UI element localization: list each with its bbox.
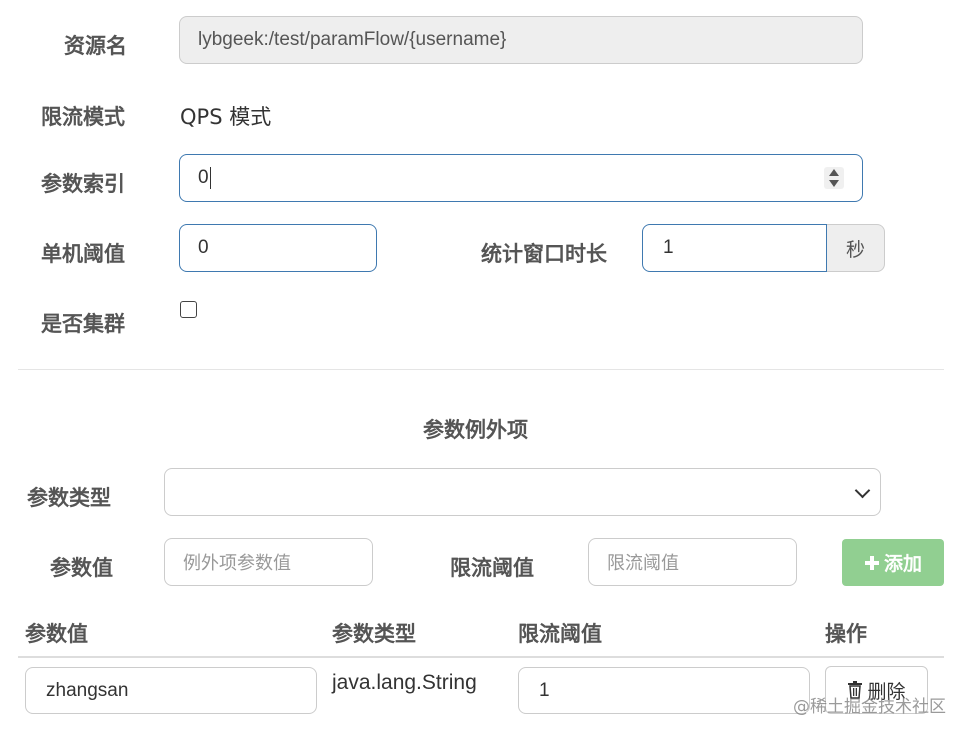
param-value-input[interactable]: 例外项参数值 (164, 538, 373, 586)
table-header-limit: 限流阈值 (518, 622, 602, 646)
section-divider (18, 369, 944, 370)
param-value-label: 参数值 (50, 556, 113, 580)
row-value-input[interactable]: zhangsan (25, 667, 317, 714)
add-button-label: 添加 (883, 553, 922, 575)
resource-name-value: lybgeek:/test/paramFlow/{username} (198, 29, 507, 50)
param-index-value: 0 (198, 167, 209, 188)
row-value: zhangsan (46, 679, 129, 701)
row-limit: 1 (539, 679, 550, 701)
param-value-placeholder: 例外项参数值 (183, 553, 291, 574)
cluster-label: 是否集群 (41, 312, 125, 336)
limit-placeholder: 限流阈值 (607, 553, 679, 574)
mode-value: QPS 模式 (180, 105, 272, 129)
resource-name-field: lybgeek:/test/paramFlow/{username} (179, 16, 863, 64)
param-type-label: 参数类型 (27, 486, 111, 510)
param-type-select[interactable] (164, 468, 881, 516)
threshold-input[interactable]: 0 (179, 224, 377, 272)
row-limit-input[interactable]: 1 (518, 667, 810, 714)
resource-label: 资源名 (64, 34, 127, 58)
number-spinner[interactable] (824, 167, 844, 189)
text-cursor (209, 167, 211, 189)
table-header-border (18, 656, 944, 658)
window-unit-addon: 秒 (827, 224, 885, 272)
threshold-value: 0 (198, 237, 209, 258)
table-header-type: 参数类型 (332, 622, 416, 646)
limit-input[interactable]: 限流阈值 (588, 538, 797, 586)
param-index-input[interactable]: 0 (179, 154, 863, 202)
cluster-checkbox[interactable] (180, 301, 197, 318)
window-value: 1 (663, 237, 674, 258)
spinner-down-icon[interactable] (829, 180, 839, 187)
threshold-label: 单机阈值 (41, 242, 125, 266)
plus-icon (864, 555, 879, 570)
add-button[interactable]: 添加 (842, 539, 944, 586)
watermark: @稀土掘金技术社区 (793, 697, 946, 717)
window-input[interactable]: 1 (642, 224, 827, 272)
exceptions-title: 参数例外项 (423, 418, 528, 442)
window-label: 统计窗口时长 (481, 242, 607, 266)
spinner-up-icon[interactable] (829, 169, 839, 176)
limit-label: 限流阈值 (450, 556, 534, 580)
chevron-down-icon (854, 482, 871, 499)
row-type: java.lang.String (332, 671, 477, 694)
table-header-action: 操作 (825, 622, 867, 646)
param-index-label: 参数索引 (41, 172, 125, 196)
table-header-value: 参数值 (25, 622, 88, 646)
mode-label: 限流模式 (41, 105, 125, 129)
